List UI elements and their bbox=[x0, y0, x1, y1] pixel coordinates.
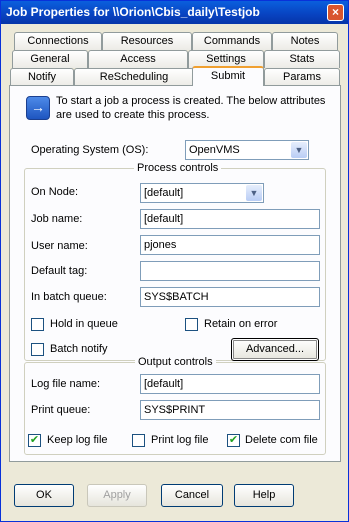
info-text-line2: are used to create this process. bbox=[56, 109, 210, 121]
retain-on-error-checkbox[interactable] bbox=[185, 318, 198, 331]
tab-commands[interactable]: Commands bbox=[192, 32, 272, 50]
log-file-input[interactable]: [default] bbox=[140, 374, 320, 394]
tab-submit[interactable]: Submit bbox=[192, 66, 264, 86]
window-title: Job Properties for \\Orion\Cbis_daily\Te… bbox=[6, 5, 260, 19]
os-value: OpenVMS bbox=[189, 144, 240, 156]
hold-in-queue-checkbox[interactable] bbox=[31, 318, 44, 331]
retain-on-error-label: Retain on error bbox=[204, 318, 278, 330]
tab-notify[interactable]: Notify bbox=[10, 68, 74, 86]
tab-general[interactable]: General bbox=[12, 50, 88, 68]
on-node-label: On Node: bbox=[31, 186, 79, 198]
default-tag-label: Default tag: bbox=[31, 265, 88, 277]
keep-log-checkbox[interactable]: ✔ bbox=[28, 434, 41, 447]
info-arrow-icon: → bbox=[26, 96, 50, 120]
hold-in-queue-label: Hold in queue bbox=[50, 318, 118, 330]
print-queue-label: Print queue: bbox=[31, 404, 91, 416]
batch-queue-label: In batch queue: bbox=[31, 291, 107, 303]
title-bar[interactable]: Job Properties for \\Orion\Cbis_daily\Te… bbox=[1, 1, 348, 24]
print-log-label: Print log file bbox=[151, 434, 209, 446]
advanced-button[interactable]: Advanced... bbox=[231, 338, 319, 361]
ok-button[interactable]: OK bbox=[14, 484, 74, 507]
print-log-checkbox[interactable] bbox=[132, 434, 145, 447]
print-queue-input[interactable]: SYS$PRINT bbox=[140, 400, 320, 420]
tab-params[interactable]: Params bbox=[264, 68, 340, 86]
on-node-select[interactable]: [default] ▼ bbox=[140, 183, 264, 203]
tab-notes[interactable]: Notes bbox=[272, 32, 338, 50]
os-label: Operating System (OS): bbox=[31, 144, 149, 156]
user-name-label: User name: bbox=[31, 240, 88, 252]
delete-com-checkbox[interactable]: ✔ bbox=[227, 434, 240, 447]
delete-com-label: Delete com file bbox=[245, 434, 318, 446]
os-select[interactable]: OpenVMS ▼ bbox=[185, 140, 309, 160]
tab-rescheduling[interactable]: ReScheduling bbox=[74, 68, 194, 86]
chevron-down-icon[interactable]: ▼ bbox=[246, 185, 262, 201]
tab-stats[interactable]: Stats bbox=[264, 50, 340, 68]
tab-resources[interactable]: Resources bbox=[102, 32, 192, 50]
keep-log-label: Keep log file bbox=[47, 434, 108, 446]
job-name-label: Job name: bbox=[31, 213, 83, 225]
tab-access[interactable]: Access bbox=[88, 50, 188, 68]
info-text-line1: To start a job a process is created. The… bbox=[56, 95, 326, 107]
chevron-down-icon[interactable]: ▼ bbox=[291, 142, 307, 158]
dialog-window: Job Properties for \\Orion\Cbis_daily\Te… bbox=[0, 0, 349, 522]
apply-button[interactable]: Apply bbox=[87, 484, 147, 507]
batch-notify-checkbox[interactable] bbox=[31, 343, 44, 356]
default-tag-input[interactable] bbox=[140, 261, 320, 281]
output-controls-title: Output controls bbox=[135, 356, 216, 368]
on-node-value: [default] bbox=[144, 187, 184, 199]
close-icon[interactable]: × bbox=[327, 4, 344, 21]
user-name-input[interactable]: pjones bbox=[140, 235, 320, 255]
submit-panel: → To start a job a process is created. T… bbox=[9, 85, 341, 462]
batch-notify-label: Batch notify bbox=[50, 343, 108, 355]
log-file-label: Log file name: bbox=[31, 378, 101, 390]
cancel-button[interactable]: Cancel bbox=[161, 484, 223, 507]
tab-connections[interactable]: Connections bbox=[14, 32, 102, 50]
help-button[interactable]: Help bbox=[234, 484, 294, 507]
process-controls-title: Process controls bbox=[134, 162, 222, 174]
batch-queue-input[interactable]: SYS$BATCH bbox=[140, 287, 320, 307]
job-name-input[interactable]: [default] bbox=[140, 209, 320, 229]
